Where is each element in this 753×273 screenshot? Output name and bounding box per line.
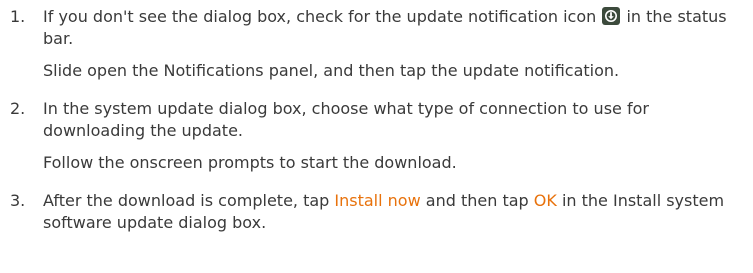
step-text-part: After the download is complete, tap xyxy=(43,191,330,210)
step-text: After the download is complete, tap Inst… xyxy=(43,190,753,234)
instruction-steps: 1. If you don't see the dialog box, chec… xyxy=(0,6,753,250)
step-number: 2. xyxy=(10,99,26,118)
install-now-term: Install now xyxy=(334,191,421,210)
step-number: 1. xyxy=(10,7,26,26)
step-2: 2. In the system update dialog box, choo… xyxy=(0,98,753,174)
step-text: In the system update dialog box, choose … xyxy=(43,99,649,140)
step-text-part: and then tap xyxy=(425,191,529,210)
ok-term: OK xyxy=(533,191,557,210)
step-3: 3. After the download is complete, tap I… xyxy=(0,190,753,234)
step-number: 3. xyxy=(10,191,26,210)
step-text: If you don't see the dialog box, check f… xyxy=(43,6,753,50)
step-subtext: Follow the onscreen prompts to start the… xyxy=(43,153,457,172)
step-text-part: If you don't see the dialog box, check f… xyxy=(43,7,597,26)
step-1: 1. If you don't see the dialog box, chec… xyxy=(0,6,753,82)
update-notification-icon xyxy=(602,7,621,25)
step-subtext: Slide open the Notifications panel, and … xyxy=(43,61,620,80)
